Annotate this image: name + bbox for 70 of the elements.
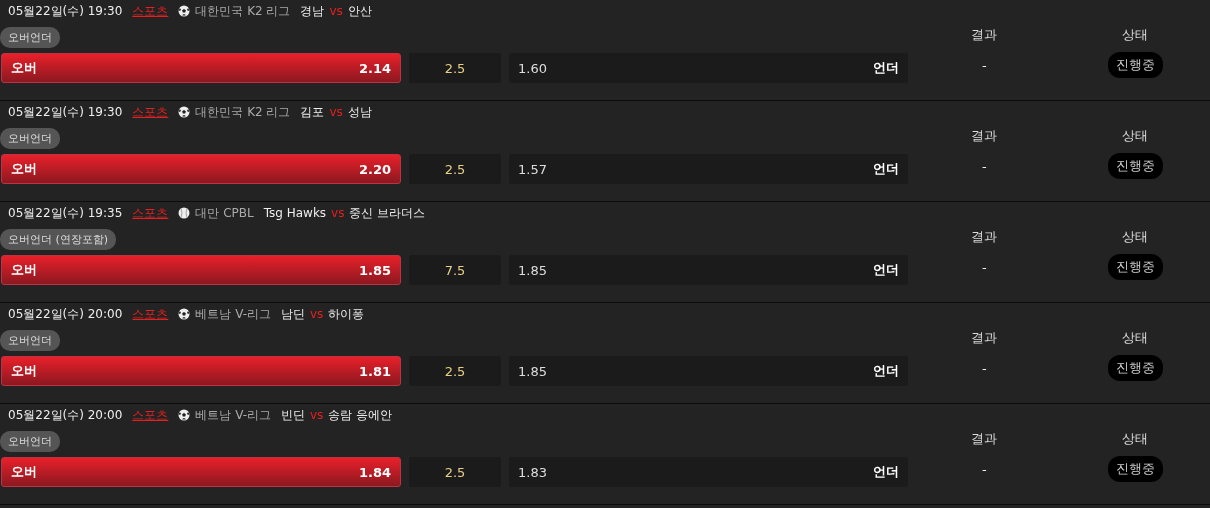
home-team: Tsg Hawks: [263, 206, 327, 220]
under-bet-button[interactable]: 1.85 언더: [509, 356, 908, 386]
away-team: 중신 브라더스: [349, 204, 426, 222]
status-header: 상태: [1122, 127, 1149, 145]
league-name: 대한민국 K2 리그: [195, 103, 291, 121]
over-bet-button[interactable]: 오버 1.84: [1, 457, 401, 487]
league-name: 대만 CPBL: [195, 204, 254, 222]
over-bet-button[interactable]: 오버 1.85: [1, 255, 401, 285]
market-badge: 오버언더: [0, 330, 60, 351]
league-name: 베트남 V-리그: [195, 305, 271, 323]
baseball-icon: [178, 207, 191, 219]
result-header: 결과: [971, 329, 998, 347]
under-bet-button[interactable]: 1.85 언더: [509, 255, 908, 285]
status-badge: 진행중: [1107, 254, 1163, 280]
market-badge: 오버언더: [0, 431, 60, 452]
result-value: -: [982, 260, 987, 275]
match-time: 05월22일(수) 19:35: [8, 204, 123, 222]
sport-link[interactable]: 스포츠: [132, 103, 169, 121]
match-time: 05월22일(수) 20:00: [8, 406, 123, 424]
over-bet-button[interactable]: 오버 2.20: [1, 154, 401, 184]
versus-label: vs: [329, 105, 343, 119]
result-value: -: [982, 58, 987, 73]
market-badge: 오버언더: [0, 27, 60, 48]
match-time: 05월22일(수) 19:30: [8, 103, 123, 121]
market-badge: 오버언더 (연장포함): [0, 229, 117, 250]
over-bet-button[interactable]: 오버 1.81: [1, 356, 401, 386]
versus-label: vs: [309, 307, 324, 321]
over-bet-button[interactable]: 오버 2.14: [1, 53, 401, 83]
result-header: 결과: [971, 430, 998, 448]
under-bet-button[interactable]: 1.57 언더: [509, 154, 908, 184]
status-header: 상태: [1122, 329, 1149, 347]
versus-label: vs: [329, 4, 343, 18]
home-team: 남딘: [280, 305, 305, 323]
soccer-ball-icon: [178, 106, 191, 118]
result-header: 결과: [971, 26, 998, 44]
status-badge: 진행중: [1107, 153, 1163, 179]
home-team: 김포: [300, 103, 325, 121]
league-name: 대한민국 K2 리그: [195, 2, 291, 20]
sport-link[interactable]: 스포츠: [132, 204, 169, 222]
match-time: 05월22일(수) 20:00: [8, 305, 123, 323]
versus-label: vs: [331, 206, 345, 220]
away-team: 성남: [347, 103, 372, 121]
soccer-ball-icon: [178, 409, 191, 421]
match-time: 05월22일(수) 19:30: [8, 2, 123, 20]
status-header: 상태: [1122, 430, 1149, 448]
away-team: 안산: [347, 2, 372, 20]
status-header: 상태: [1122, 26, 1149, 44]
result-value: -: [982, 159, 987, 174]
home-team: 경남: [300, 2, 325, 20]
away-team: 송람 응에안: [328, 406, 393, 424]
sport-link[interactable]: 스포츠: [132, 305, 169, 323]
status-badge: 진행중: [1107, 355, 1163, 381]
league-name: 베트남 V-리그: [195, 406, 271, 424]
sport-link[interactable]: 스포츠: [132, 406, 169, 424]
home-team: 빈딘: [280, 406, 305, 424]
result-header: 결과: [971, 127, 998, 145]
away-team: 하이퐁: [328, 305, 365, 323]
result-value: -: [982, 361, 987, 376]
status-badge: 진행중: [1107, 52, 1163, 78]
under-bet-button[interactable]: 1.60 언더: [509, 53, 908, 83]
soccer-ball-icon: [178, 308, 191, 320]
versus-label: vs: [309, 408, 324, 422]
status-header: 상태: [1122, 228, 1149, 246]
soccer-ball-icon: [178, 5, 191, 17]
result-header: 결과: [971, 228, 998, 246]
sport-link[interactable]: 스포츠: [132, 2, 169, 20]
under-bet-button[interactable]: 1.83 언더: [509, 457, 908, 487]
result-value: -: [982, 462, 987, 477]
market-badge: 오버언더: [0, 128, 60, 149]
status-badge: 진행중: [1107, 456, 1163, 482]
